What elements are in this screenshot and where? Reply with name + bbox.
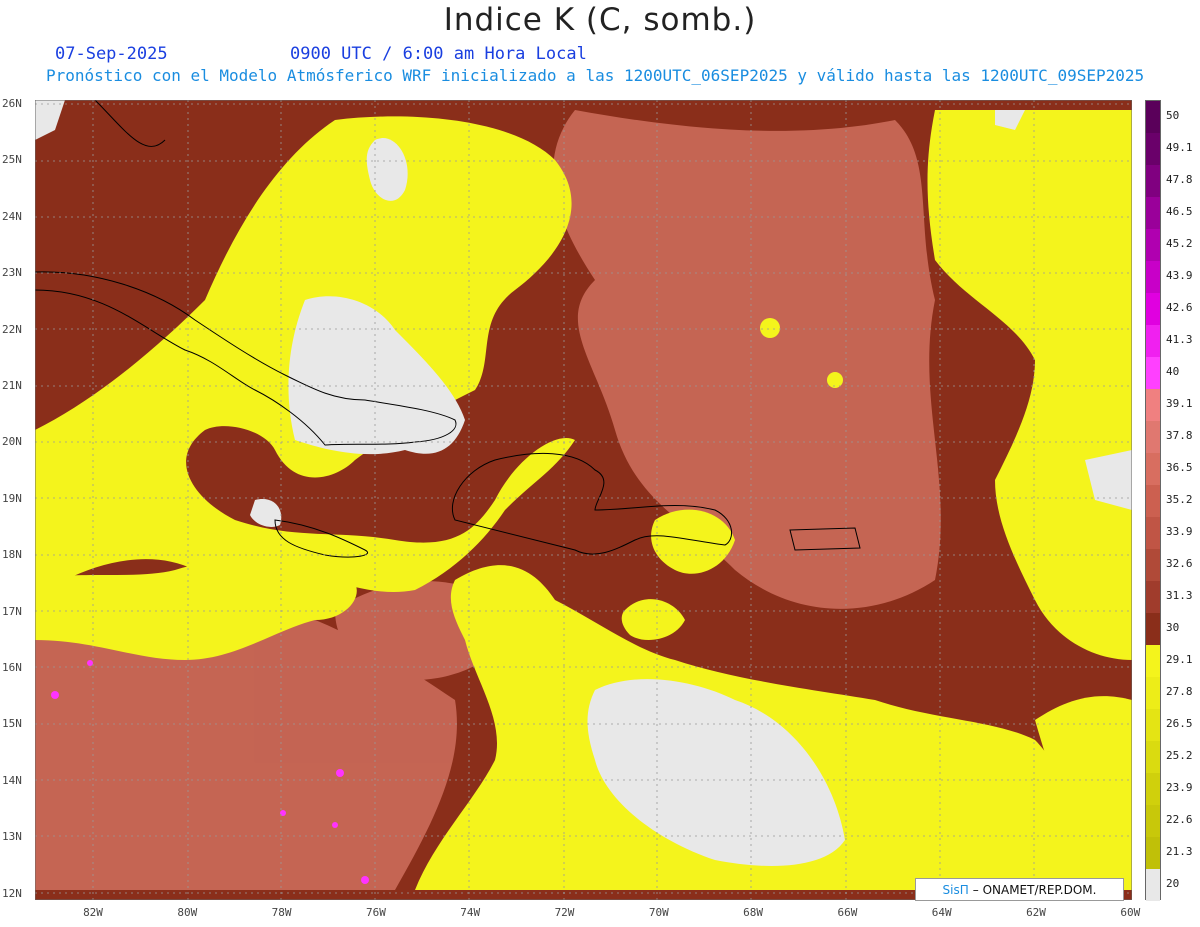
lat-label: 15N bbox=[2, 717, 22, 731]
colorbar-label: 50 bbox=[1166, 109, 1180, 122]
lon-label: 76W bbox=[365, 906, 386, 919]
lat-label: 22N bbox=[2, 322, 22, 336]
colorbar-segment bbox=[1146, 805, 1160, 837]
lat-label: 13N bbox=[2, 830, 22, 844]
lon-label: 60W bbox=[1120, 906, 1141, 919]
colorbar-label: 31.3 bbox=[1166, 589, 1193, 602]
colorbar-segment bbox=[1146, 229, 1160, 261]
colorbar-segment bbox=[1146, 517, 1160, 549]
colorbar-segment bbox=[1146, 197, 1160, 229]
colorbar-segment bbox=[1146, 773, 1160, 805]
colorbar-label: 35.2 bbox=[1166, 493, 1193, 506]
colorbar-segment bbox=[1146, 613, 1160, 645]
colorbar-label: 46.5 bbox=[1166, 205, 1193, 218]
colorbar-label: 45.2 bbox=[1166, 237, 1193, 250]
lat-label: 23N bbox=[2, 266, 22, 280]
lon-label: 78W bbox=[271, 906, 292, 919]
colorbar-label: 39.1 bbox=[1166, 397, 1193, 410]
colorbar-label: 26.5 bbox=[1166, 717, 1193, 730]
colorbar-segment bbox=[1146, 581, 1160, 613]
map-title: Indice K (C, somb.) bbox=[443, 2, 757, 38]
lat-label: 18N bbox=[2, 548, 22, 562]
colorbar-segment bbox=[1146, 165, 1160, 197]
credit-brand: SisΠ bbox=[942, 882, 969, 897]
colorbar-label: 22.6 bbox=[1166, 813, 1193, 826]
colorbar-label: 33.9 bbox=[1166, 525, 1193, 538]
colorbar bbox=[1145, 100, 1161, 901]
colorbar-segment bbox=[1146, 101, 1160, 133]
colorbar-segment bbox=[1146, 133, 1160, 165]
lat-label: 26N bbox=[2, 97, 22, 110]
colorbar-label: 36.5 bbox=[1166, 461, 1193, 474]
lat-label: 21N bbox=[2, 379, 22, 392]
lat-label: 19N bbox=[2, 491, 22, 505]
lat-label: 20N bbox=[2, 435, 22, 449]
colorbar-segment bbox=[1146, 709, 1160, 741]
colorbar-label: 30 bbox=[1166, 621, 1180, 634]
colorbar-label: 37.8 bbox=[1166, 429, 1193, 442]
lon-label: 80W bbox=[177, 906, 198, 919]
colorbar-label: 43.9 bbox=[1166, 269, 1193, 282]
colorbar-segment bbox=[1146, 389, 1160, 421]
lon-label: 70W bbox=[648, 906, 669, 919]
credit-box: SisΠ – ONAMET/REP.DOM. bbox=[915, 878, 1124, 901]
lon-label: 62W bbox=[1026, 906, 1046, 919]
colorbar-segment bbox=[1146, 261, 1160, 293]
lon-label: 66W bbox=[837, 906, 858, 919]
colorbar-segment bbox=[1146, 325, 1160, 357]
colorbar-label: 40 bbox=[1166, 365, 1180, 378]
colorbar-segment bbox=[1146, 421, 1160, 453]
lon-label: 74W bbox=[460, 906, 481, 919]
colorbar-label: 20 bbox=[1166, 877, 1180, 890]
colorbar-segment bbox=[1146, 357, 1160, 389]
lon-label: 64W bbox=[931, 906, 952, 919]
lat-label: 17N bbox=[2, 604, 22, 618]
colorbar-label: 49.1 bbox=[1166, 141, 1193, 154]
colorbar-segment bbox=[1146, 741, 1160, 773]
credit-org: – ONAMET/REP.DOM. bbox=[972, 882, 1097, 897]
lat-label: 12N bbox=[2, 886, 22, 900]
colorbar-segment bbox=[1146, 549, 1160, 581]
lon-label: 72W bbox=[554, 906, 575, 919]
colorbar-segment bbox=[1146, 645, 1160, 677]
colorbar-segment bbox=[1146, 837, 1160, 869]
valid-time: 0900 UTC / 6:00 am Hora Local bbox=[290, 44, 587, 64]
colorbar-label: 41.3 bbox=[1166, 333, 1193, 346]
colorbar-label: 42.6 bbox=[1166, 301, 1193, 314]
lon-label: 68W bbox=[743, 906, 764, 919]
colorbar-segment bbox=[1146, 869, 1160, 901]
colorbar-label: 27.8 bbox=[1166, 685, 1193, 698]
colorbar-label: 47.8 bbox=[1166, 173, 1193, 186]
colorbar-label: 29.1 bbox=[1166, 653, 1193, 666]
lon-label: 82W bbox=[83, 906, 103, 919]
colorbar-segment bbox=[1146, 485, 1160, 517]
colorbar-label: 21.3 bbox=[1166, 845, 1193, 858]
colorbar-label: 32.6 bbox=[1166, 557, 1193, 570]
colorbar-segment bbox=[1146, 453, 1160, 485]
model-subtitle: Pronóstico con el Modelo Atmósferico WRF… bbox=[46, 66, 1145, 85]
lat-label: 25N bbox=[2, 153, 22, 167]
colorbar-label: 23.9 bbox=[1166, 781, 1193, 794]
colorbar-segment bbox=[1146, 293, 1160, 325]
lat-label: 16N bbox=[2, 661, 22, 674]
colorbar-segment bbox=[1146, 677, 1160, 709]
lat-label: 14N bbox=[2, 773, 22, 787]
k-index-map bbox=[35, 100, 1132, 900]
colorbar-label: 25.2 bbox=[1166, 749, 1193, 762]
lat-label: 24N bbox=[2, 209, 22, 223]
forecast-date: 07-Sep-2025 bbox=[55, 44, 168, 64]
